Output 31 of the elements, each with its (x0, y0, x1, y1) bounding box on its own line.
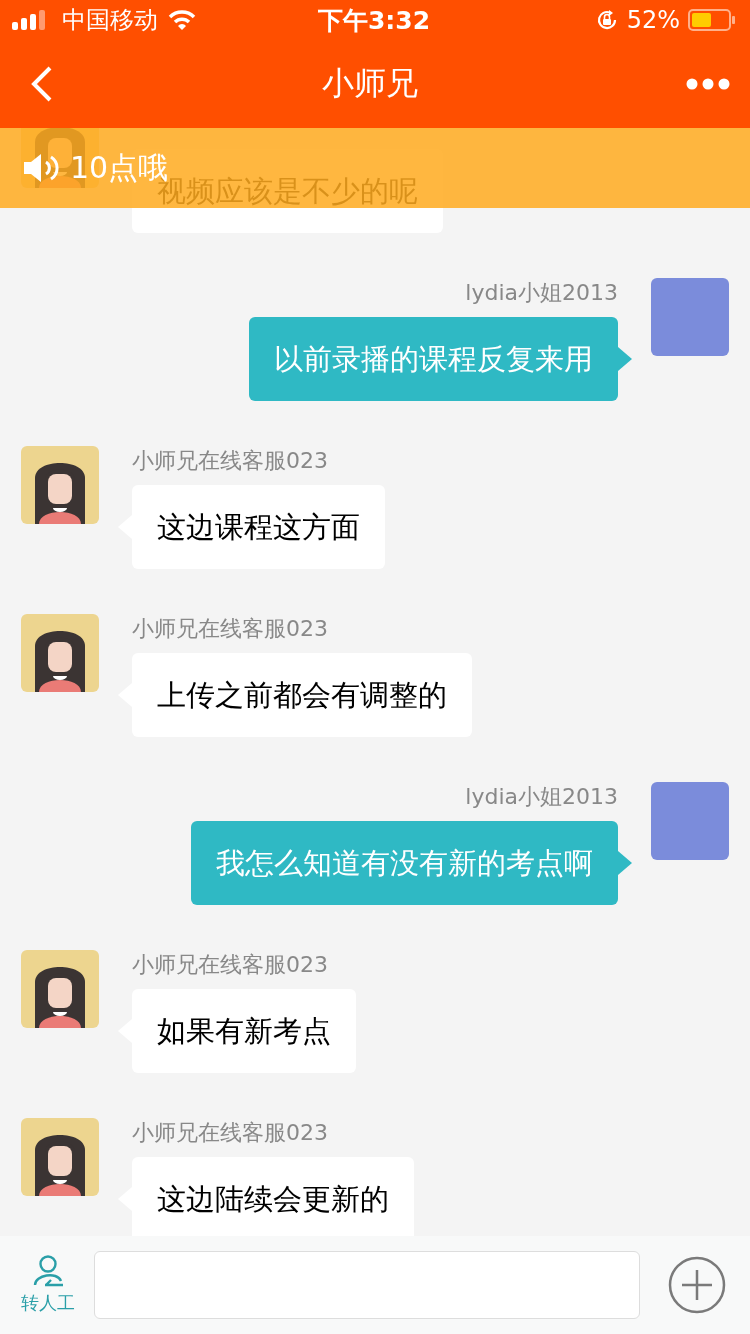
more-button[interactable] (686, 78, 730, 90)
back-button[interactable] (30, 65, 54, 103)
agent-avatar[interactable] (21, 1118, 99, 1196)
agent-avatar[interactable] (21, 614, 99, 692)
wifi-icon (168, 9, 196, 31)
battery-percent: 52% (626, 6, 680, 34)
battery-icon (688, 9, 736, 31)
bubble-tail (618, 851, 632, 875)
page-title: 小师兄 (322, 63, 418, 104)
transfer-button[interactable]: 转人工 (12, 1255, 84, 1315)
message-bubble: 我怎么知道有没有新的考点啊 (191, 821, 618, 905)
add-button[interactable] (668, 1256, 726, 1314)
bubble-tail (618, 347, 632, 371)
clock-time: 下午3:32 (317, 4, 431, 37)
message-bubble: 这边陆续会更新的 (132, 1157, 414, 1236)
message-bubble: 以前录播的课程反复来用 (249, 317, 618, 401)
sender-name: lydia小姐2013 (465, 279, 618, 307)
person-icon (31, 1255, 65, 1287)
sender-name: 小师兄在线客服023 (132, 951, 328, 979)
sender-name: 小师兄在线客服023 (132, 615, 328, 643)
message-bubble: 这边课程这方面 (132, 485, 385, 569)
sender-name: 小师兄在线客服023 (132, 447, 328, 475)
speaker-icon (22, 151, 60, 185)
sender-name: 小师兄在线客服023 (132, 1119, 328, 1147)
message-input[interactable] (94, 1251, 640, 1319)
agent-avatar[interactable] (21, 446, 99, 524)
message-bubble: 如果有新考点 (132, 989, 356, 1073)
agent-avatar[interactable] (21, 950, 99, 1028)
carrier-name: 中国移动 (62, 5, 158, 36)
sender-name: lydia小姐2013 (465, 783, 618, 811)
message-bubble: 上传之前都会有调整的 (132, 653, 472, 737)
